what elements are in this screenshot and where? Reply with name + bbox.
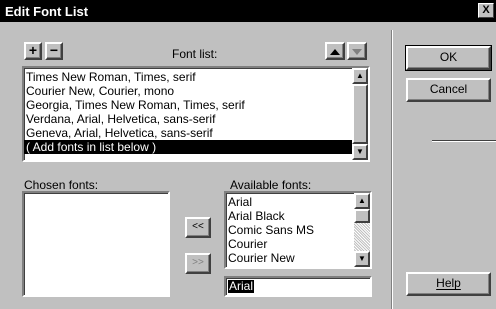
ok-button[interactable]: OK — [405, 45, 492, 71]
font-list-item-selected[interactable]: ( Add fonts in list below ) — [24, 140, 352, 154]
ok-label: OK — [439, 50, 458, 64]
add-font-button[interactable]: + — [24, 42, 42, 60]
close-button[interactable]: X — [478, 3, 494, 18]
button-separator — [432, 140, 496, 142]
font-list-item[interactable]: Verdana, Arial, Helvetica, sans-serif — [24, 112, 352, 126]
triangle-down-icon — [352, 49, 362, 55]
font-list-item[interactable]: Geneva, Arial, Helvetica, sans-serif — [24, 126, 352, 140]
font-list-scrollbar[interactable]: ▲ ▼ — [352, 68, 368, 160]
help-label: Help — [436, 276, 461, 290]
available-fonts-scrollbar[interactable]: ▲ ▼ — [354, 193, 370, 267]
scroll-up-icon: ▲ — [358, 196, 366, 205]
font-list-item[interactable]: Times New Roman, Times, serif — [24, 70, 352, 84]
available-font-item[interactable]: Arial — [226, 195, 354, 209]
chosen-fonts-list[interactable] — [22, 191, 170, 297]
font-list-label: Font list: — [172, 47, 218, 61]
available-fonts-list[interactable]: Arial Arial Black Comic Sans MS Courier … — [224, 191, 372, 269]
column-divider — [391, 30, 393, 309]
available-font-item[interactable]: Comic Sans MS — [226, 223, 354, 237]
scroll-down-icon: ▼ — [356, 147, 364, 156]
available-font-item[interactable]: Courier New — [226, 251, 354, 265]
minus-icon: − — [49, 42, 59, 58]
available-font-item[interactable]: Courier — [226, 237, 354, 251]
font-list-item[interactable]: Courier New, Courier, mono — [24, 84, 352, 98]
scroll-thumb[interactable] — [352, 84, 368, 144]
font-name-input[interactable]: Arial — [224, 276, 372, 297]
scroll-down-button[interactable]: ▼ — [352, 144, 368, 160]
close-icon: X — [482, 4, 490, 16]
chosen-fonts-label: Chosen fonts: — [24, 178, 99, 192]
cancel-label: Cancel — [429, 82, 468, 96]
triangle-up-icon — [330, 49, 340, 55]
scroll-up-button[interactable]: ▲ — [352, 68, 368, 84]
available-fonts-label: Available fonts: — [230, 178, 312, 192]
help-button[interactable]: Help — [406, 272, 491, 296]
scroll-up-icon: ▲ — [356, 71, 364, 80]
title-bar[interactable]: Edit Font List — [0, 0, 496, 22]
scroll-down-icon: ▼ — [358, 254, 366, 263]
available-font-item[interactable]: Arial Black — [226, 209, 354, 223]
double-chevron-left-icon: << — [192, 221, 204, 232]
remove-font-button[interactable]: − — [45, 42, 63, 60]
plus-icon: + — [28, 42, 38, 58]
font-list-items: Times New Roman, Times, serif Courier Ne… — [24, 70, 352, 154]
font-list-box[interactable]: Times New Roman, Times, serif Courier Ne… — [22, 66, 370, 162]
double-chevron-right-icon: >> — [192, 257, 204, 268]
font-name-value: Arial — [228, 279, 255, 293]
move-down-button[interactable] — [347, 42, 367, 60]
remove-from-chosen-button[interactable]: >> — [185, 253, 211, 274]
font-list-item[interactable]: Georgia, Times New Roman, Times, serif — [24, 98, 352, 112]
scroll-down-button[interactable]: ▼ — [354, 251, 370, 267]
available-fonts-items: Arial Arial Black Comic Sans MS Courier … — [226, 195, 354, 265]
scroll-thumb[interactable] — [354, 209, 370, 223]
window-title: Edit Font List — [5, 4, 89, 19]
cancel-button[interactable]: Cancel — [406, 78, 491, 102]
move-up-button[interactable] — [325, 42, 345, 60]
add-to-chosen-button[interactable]: << — [185, 217, 211, 238]
scroll-up-button[interactable]: ▲ — [354, 193, 370, 209]
